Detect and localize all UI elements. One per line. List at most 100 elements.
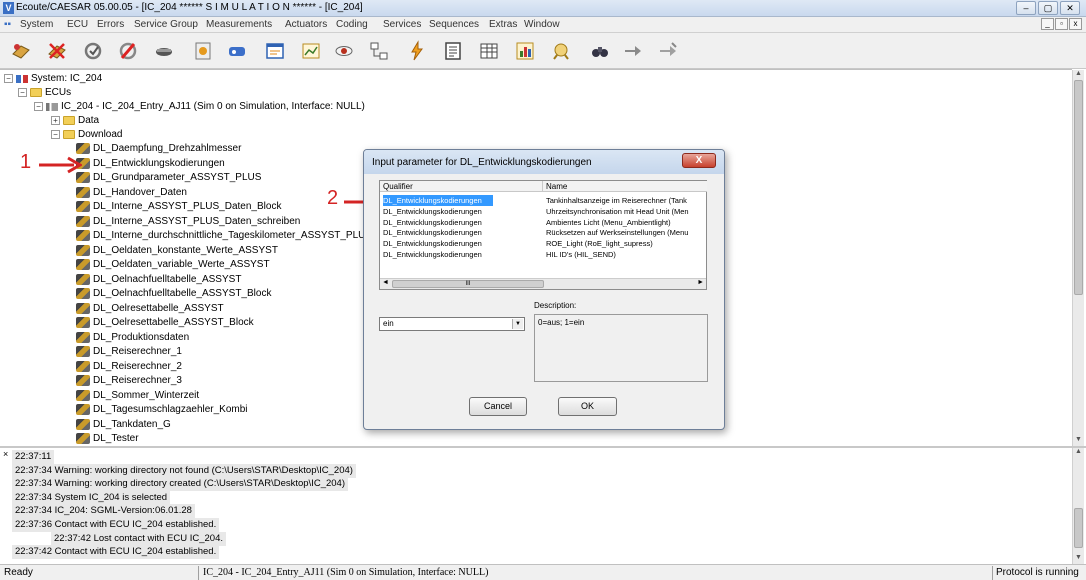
eye-icon[interactable] [331,38,357,64]
tree-job-item[interactable]: DL_Interne_ASSYST_PLUS_Daten_Block [76,200,281,213]
ecu-list-icon[interactable] [190,38,216,64]
settings-icon[interactable] [548,38,574,64]
tree-job-item[interactable]: DL_Tagesumschlagzaehler_Kombi [76,403,248,416]
qualifier-cell[interactable]: DL_Entwicklungskodierungen [383,195,493,206]
collapse-toggle[interactable]: − [18,88,27,97]
log-vertical-scrollbar[interactable]: ▲ ▼ [1072,448,1084,564]
maximize-button[interactable]: ▢ [1038,1,1058,15]
mdi-minimize-button[interactable]: _ [1041,18,1054,30]
tree-data[interactable]: + Data [51,114,99,127]
tree-job-item[interactable]: DL_Interne_ASSYST_PLUS_Daten_schreiben [76,215,300,228]
scroll-down-arrow[interactable]: ▼ [1073,554,1084,564]
menu-sequences[interactable]: Sequences [429,19,479,30]
cancel-button[interactable]: Cancel [469,397,527,416]
window-icon[interactable] [262,38,288,64]
qualifier-cell[interactable]: DL_Entwicklungskodierungen [383,217,541,228]
tree-job-item[interactable]: DL_Oelresettabelle_ASSYST_Block [76,316,254,329]
collapse-toggle[interactable]: − [34,102,43,111]
dialog-close-button[interactable]: X [682,153,716,168]
tree-job-item[interactable]: DL_Oelnachfuelltabelle_ASSYST [76,273,241,286]
tree-ecus[interactable]: − ECUs [18,86,71,99]
menu-system[interactable]: System [20,19,53,30]
name-cell[interactable]: ROE_Light (RoE_light_supress) [546,238,706,249]
tree-root[interactable]: − System: IC_204 [4,72,102,85]
network-icon[interactable] [366,38,392,64]
column-header-name[interactable]: Name [543,181,707,192]
name-cell[interactable]: Ambientes Licht (Menu_Ambientlight) [546,217,706,228]
scroll-up-arrow[interactable]: ▲ [1073,70,1084,80]
tree-job-item[interactable]: DL_Entwicklungskodierungen [76,157,225,170]
menu-services[interactable]: Services [383,19,421,30]
diagram-icon[interactable] [298,38,324,64]
tools-icon[interactable] [224,38,250,64]
name-cell[interactable]: Rücksetzen auf Werkseinstellungen (Menu [546,227,706,238]
stop-icon[interactable] [115,38,141,64]
name-cell[interactable]: Uhrzeitsynchronisation mit Head Unit (Me… [546,206,706,217]
ok-button[interactable]: OK [558,397,617,416]
tree-ecu-node[interactable]: − IC_204 - IC_204_Entry_AJ11 (Sim 0 on Si… [34,100,365,113]
tree-download[interactable]: − Download [51,128,122,141]
chart-icon[interactable] [512,38,538,64]
menu-measurements[interactable]: Measurements [206,19,272,30]
tree-job-item[interactable]: DL_Tester [76,432,139,445]
tree-job-item[interactable]: DL_Oelnachfuelltabelle_ASSYST_Block [76,287,271,300]
name-cell[interactable]: Tankinhaltsanzeige im Reiserechner (Tank [546,195,706,206]
tree-job-item[interactable]: DL_Interne_durchschnittliche_Tageskilome… [76,229,372,242]
menu-coding[interactable]: Coding [336,19,368,30]
qualifier-cell[interactable]: DL_Entwicklungskodierungen [383,249,541,260]
tree-job-item[interactable]: DL_Oeldaten_variable_Werte_ASSYST [76,258,270,271]
tree-job-item[interactable]: DL_Tankdaten_G [76,418,171,431]
scroll-right-arrow[interactable]: ► [697,279,704,286]
scroll-thumb[interactable] [1074,508,1083,548]
expand-toggle[interactable]: + [51,116,60,125]
system-menu-icon[interactable]: ▪▪ [4,19,11,30]
table-icon[interactable] [476,38,502,64]
menu-service-group[interactable]: Service Group [134,19,198,30]
chevron-down-icon[interactable]: ▼ [512,319,523,329]
scroll-down-arrow[interactable]: ▼ [1073,436,1084,446]
tree-job-item[interactable]: DL_Reiserechner_3 [76,374,182,387]
horizontal-scroll-thumb[interactable]: III [392,280,544,288]
menu-window[interactable]: Window [524,19,560,30]
qualifier-cell[interactable]: DL_Entwicklungskodierungen [383,227,541,238]
tree-job-item[interactable]: DL_Daempfung_Drehzahlmesser [76,142,241,155]
list-icon[interactable] [440,38,466,64]
value-select[interactable]: ein ▼ [379,317,525,331]
key-icon[interactable] [151,38,177,64]
tree-job-item[interactable]: DL_Oeldaten_konstante_Werte_ASSYST [76,244,278,257]
qualifier-cell[interactable]: DL_Entwicklungskodierungen [383,206,541,217]
pointer-right-icon[interactable] [655,38,681,64]
tree-job-item[interactable]: DL_Reiserechner_1 [76,345,182,358]
reset-icon[interactable] [80,38,106,64]
mdi-close-button[interactable]: x [1069,18,1082,30]
column-header-qualifier[interactable]: Qualifier [380,181,543,192]
tree-job-item[interactable]: DL_Produktionsdaten [76,331,189,344]
mdi-restore-button[interactable]: ▫ [1055,18,1068,30]
scroll-thumb[interactable] [1074,80,1083,295]
menu-ecu[interactable]: ECU [67,19,88,30]
log-close-icon[interactable]: × [3,449,8,459]
menu-errors[interactable]: Errors [97,19,124,30]
collapse-toggle[interactable]: − [4,74,13,83]
connect-icon[interactable] [8,38,34,64]
binoculars-icon[interactable] [587,38,613,64]
menu-extras[interactable]: Extras [489,19,517,30]
close-button[interactable]: ✕ [1060,1,1080,15]
tree-job-item[interactable]: DL_Sommer_Winterzeit [76,389,199,402]
menu-actuators[interactable]: Actuators [285,19,327,30]
scroll-left-arrow[interactable]: ◄ [382,279,389,286]
qualifier-cell[interactable]: DL_Entwicklungskodierungen [383,238,541,249]
tree-vertical-scrollbar[interactable]: ▲ ▼ [1072,70,1084,446]
flash-icon[interactable] [404,38,430,64]
list-horizontal-scrollbar[interactable]: ◄ III ► [380,278,706,289]
collapse-toggle[interactable]: − [51,130,60,139]
scroll-up-arrow[interactable]: ▲ [1073,448,1084,458]
tree-job-item[interactable]: DL_Reiserechner_2 [76,360,182,373]
pointer-left-icon[interactable] [620,38,646,64]
name-cell[interactable]: HIL ID's (HIL_SEND) [546,249,706,260]
tree-job-item[interactable]: DL_Oelresettabelle_ASSYST [76,302,224,315]
disconnect-icon[interactable] [44,38,70,64]
minimize-button[interactable]: – [1016,1,1036,15]
tree-job-item[interactable]: DL_Handover_Daten [76,186,187,199]
tree-job-item[interactable]: DL_Grundparameter_ASSYST_PLUS [76,171,261,184]
